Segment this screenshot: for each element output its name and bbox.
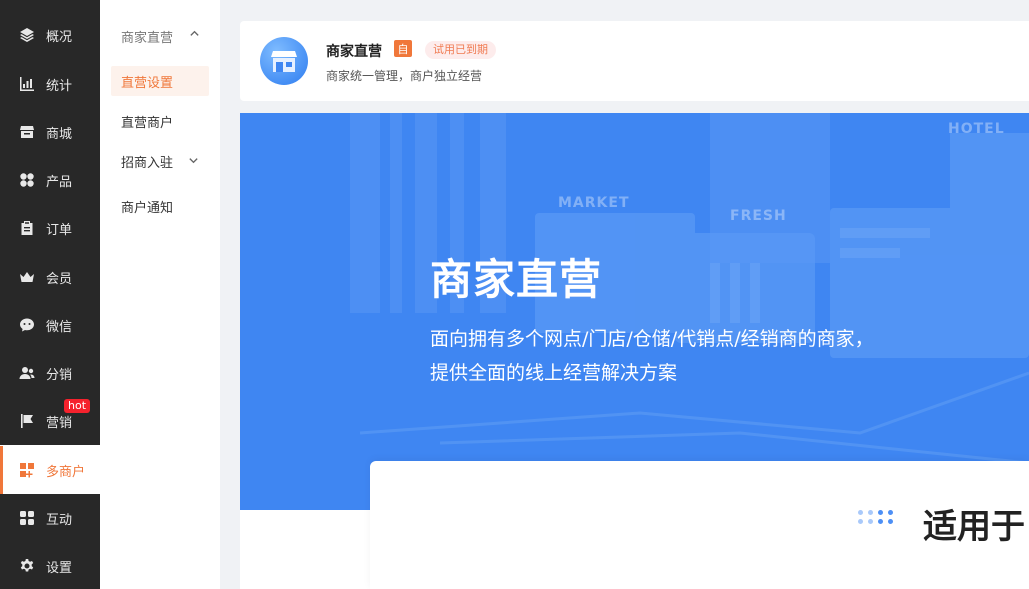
banner-description: 面向拥有多个网点/门店/仓储/代销点/经销商的商家，提供全面的线上经营解决方案 [430, 328, 874, 384]
decorative-dots-icon [858, 510, 893, 524]
sidebar-item-label: 产品 [46, 174, 73, 190]
store-avatar [260, 37, 308, 85]
submenu-item-merchant-notice[interactable]: 商户通知 [111, 191, 209, 221]
sidebar-item-label: 商城 [46, 126, 73, 142]
section-heading: 适用于 [923, 507, 1025, 547]
hot-badge: hot [64, 399, 91, 413]
sidebar-item-label: 统计 [46, 78, 73, 94]
sidebar-item-orders[interactable]: 订单 [0, 204, 100, 252]
sidebar-item-label: 概况 [46, 29, 73, 45]
submenu-item-label: 直营商户 [121, 115, 174, 131]
secondary-menu: 商家直营 直营设置 直营商户 招商入驻 商户通知 [100, 0, 220, 589]
submenu-item-merchant-onboarding[interactable]: 招商入驻 [111, 146, 209, 176]
store-icon [271, 51, 297, 72]
gear-icon [19, 558, 35, 574]
submenu-item-label: 商户通知 [121, 200, 174, 216]
sidebar-item-products[interactable]: 产品 [0, 156, 100, 204]
sidebar-item-label: 微信 [46, 319, 73, 335]
market-sign: MARKET [558, 195, 630, 211]
submenu-item-label: 直营设置 [121, 75, 174, 91]
applicable-section-card: 适用于 [370, 461, 1029, 589]
sidebar-item-label: 订单 [46, 222, 73, 238]
trial-status-badge: 试用已到期 [425, 41, 496, 59]
sidebar-item-label: 分销 [46, 367, 73, 383]
sidebar-item-statistics[interactable]: 统计 [0, 60, 100, 108]
sidebar-item-overview[interactable]: 概况 [0, 11, 100, 59]
sidebar-item-mall[interactable]: 商城 [0, 108, 100, 156]
sidebar-item-marketing[interactable]: 营销 hot [0, 397, 100, 445]
sidebar-item-interaction[interactable]: 互动 [0, 494, 100, 542]
sidebar-item-settings[interactable]: 设置 [0, 542, 100, 589]
hotel-sign: HOTEL [948, 121, 1005, 137]
sidebar-item-label: 设置 [46, 560, 73, 576]
submenu-group-title: 商家直营 [121, 30, 174, 46]
submenu-item-direct-settings[interactable]: 直营设置 [111, 66, 209, 96]
users-icon [19, 365, 35, 381]
sidebar-item-label: 会员 [46, 271, 73, 287]
chart-icon [19, 76, 35, 92]
page-title: 商家直营 [326, 44, 382, 60]
flag-icon [19, 413, 35, 429]
chevron-down-icon [188, 155, 199, 170]
sidebar-item-distribution[interactable]: 分销 [0, 349, 100, 397]
self-operated-badge: 自 [394, 40, 412, 57]
main-sidebar: 概况 统计 商城 产品 订单 会员 微信 分销 营销 hot 多商户 互动 设置 [0, 0, 100, 589]
page-subtitle: 商家统一管理，商户独立经营 [326, 69, 483, 83]
chevron-up-icon [189, 28, 200, 43]
sidebar-item-label: 互动 [46, 512, 73, 528]
merchant-icon [19, 462, 35, 478]
apps-icon [19, 510, 35, 526]
hero-banner: MARKET FRESH HOTEL 商家直营 面向拥有多个网点/门店/仓储/代… [240, 113, 1029, 510]
submenu-item-label: 招商入驻 [121, 155, 174, 171]
banner-illustration [350, 113, 1029, 465]
header-card: 商家直营 自 试用已到期 商家统一管理，商户独立经营 [240, 21, 1029, 101]
sidebar-item-wechat[interactable]: 微信 [0, 301, 100, 349]
sidebar-item-label: 营销 [46, 415, 73, 431]
fresh-sign: FRESH [730, 208, 787, 224]
sidebar-item-multi-merchant[interactable]: 多商户 [0, 446, 100, 494]
submenu-group-header[interactable]: 商家直营 [100, 14, 220, 58]
grid-icon [19, 172, 35, 188]
crown-icon [19, 269, 35, 285]
sidebar-item-members[interactable]: 会员 [0, 253, 100, 301]
submenu-item-direct-merchants[interactable]: 直营商户 [111, 106, 209, 136]
layers-icon [19, 27, 35, 43]
wechat-icon [19, 317, 35, 333]
banner-title: 商家直营 [430, 255, 603, 304]
clipboard-icon [19, 220, 35, 236]
sidebar-item-label: 多商户 [46, 464, 86, 480]
shop-icon [19, 124, 35, 140]
